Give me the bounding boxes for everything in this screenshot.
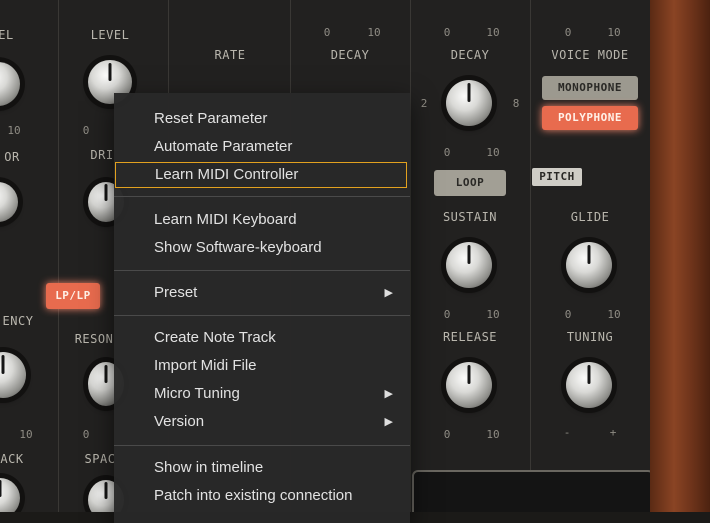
- decay-mid-label: DECAY: [450, 48, 490, 62]
- frequency-partial-label: ENCY: [2, 314, 34, 328]
- scale-zero: 0: [323, 26, 331, 39]
- decay-top-label: DECAY: [330, 48, 370, 62]
- glide-label: GLIDE: [570, 210, 610, 224]
- menu-item-show-in-timeline[interactable]: Show in timeline: [114, 455, 410, 481]
- decay-knob[interactable]: [446, 80, 492, 126]
- lp-lp-button[interactable]: LP/LP: [46, 283, 100, 309]
- level-left-knob[interactable]: [0, 62, 20, 106]
- scale-plus: +: [609, 426, 617, 439]
- tuning-knob[interactable]: [566, 362, 612, 408]
- scale-ten: 10: [367, 26, 381, 39]
- panel-divider: [410, 0, 411, 512]
- pitch-tag: PITCH: [532, 168, 582, 186]
- menu-item-automate-parameter[interactable]: Automate Parameter: [114, 134, 410, 160]
- scale-zero: 0: [564, 26, 572, 39]
- release-knob[interactable]: [446, 362, 492, 408]
- scale-ten: 10: [607, 26, 621, 39]
- polyphone-button[interactable]: POLYPHONE: [542, 106, 638, 130]
- menu-item-learn-midi-controller[interactable]: Learn MIDI Controller: [115, 162, 407, 188]
- level-label: LEVEL: [90, 28, 130, 42]
- resonance-partial-label: RESON: [74, 332, 114, 346]
- scale-ten: 10: [7, 124, 21, 137]
- menu-item-label: Import Midi File: [154, 357, 257, 374]
- panel-divider: [58, 0, 59, 512]
- release-label: RELEASE: [442, 330, 498, 344]
- menu-item-learn-midi-keyboard[interactable]: Learn MIDI Keyboard: [114, 207, 410, 233]
- submenu-arrow-icon: ▶: [384, 388, 393, 400]
- attack-knob[interactable]: [0, 478, 20, 512]
- rate-label: RATE: [214, 48, 246, 62]
- partial-label: OR: [4, 150, 20, 164]
- menu-separator: [114, 270, 410, 271]
- attack-partial-label: ACK: [0, 452, 24, 466]
- menu-item-label: Micro Tuning: [154, 385, 240, 402]
- scale-ten: 10: [607, 308, 621, 321]
- menu-item-label: Reset Parameter: [154, 110, 268, 127]
- sustain-label: SUSTAIN: [442, 210, 498, 224]
- loop-button[interactable]: LOOP: [434, 170, 506, 196]
- tuning-label: TUNING: [566, 330, 614, 344]
- lcd-display: [412, 470, 654, 512]
- scale-zero: 0: [443, 428, 451, 441]
- menu-item-label: Patch into existing connection: [154, 487, 353, 504]
- context-menu: Reset Parameter Automate Parameter Learn…: [114, 93, 410, 523]
- scale-zero: 0: [82, 124, 90, 137]
- menu-item-import-midi-file[interactable]: Import Midi File: [114, 353, 410, 379]
- left-knob[interactable]: [0, 182, 18, 222]
- scale-zero: 0: [443, 26, 451, 39]
- submenu-arrow-icon: ▶: [384, 416, 393, 428]
- submenu-arrow-icon: ▶: [384, 287, 393, 299]
- menu-separator: [114, 196, 410, 197]
- menu-item-label: Learn MIDI Controller: [155, 166, 299, 183]
- monophone-button[interactable]: MONOPHONE: [542, 76, 638, 100]
- menu-item-show-software-keyboard[interactable]: Show Software-keyboard: [114, 235, 410, 261]
- sustain-knob[interactable]: [446, 242, 492, 288]
- scale-zero: 0: [443, 308, 451, 321]
- menu-separator: [114, 315, 410, 316]
- menu-separator: [114, 445, 410, 446]
- scale-eight: 8: [512, 97, 520, 110]
- scale-ten: 10: [486, 428, 500, 441]
- scale-two: 2: [420, 97, 428, 110]
- menu-item-reset-parameter[interactable]: Reset Parameter: [114, 106, 410, 132]
- voice-mode-label: VOICE MODE: [551, 48, 629, 62]
- menu-item-micro-tuning[interactable]: Micro Tuning ▶: [114, 381, 410, 407]
- menu-item-label: Show Software-keyboard: [154, 239, 322, 256]
- scale-ten: 10: [486, 308, 500, 321]
- wood-side-panel: [650, 0, 710, 512]
- menu-item-label: Show in timeline: [154, 459, 264, 476]
- scale-zero: 0: [564, 308, 572, 321]
- menu-item-create-note-track[interactable]: Create Note Track: [114, 325, 410, 351]
- glide-knob[interactable]: [566, 242, 612, 288]
- menu-item-patch-into-existing-connection[interactable]: Patch into existing connection: [114, 483, 410, 509]
- drive-partial-label: DRI: [90, 148, 114, 162]
- panel-divider: [530, 0, 531, 512]
- menu-item-preset[interactable]: Preset ▶: [114, 280, 410, 306]
- menu-item-label: Learn MIDI Keyboard: [154, 211, 297, 228]
- scale-ten: 10: [19, 428, 33, 441]
- frequency-knob[interactable]: [0, 352, 26, 398]
- scale-zero: 0: [443, 146, 451, 159]
- scale-minus: -: [563, 426, 571, 439]
- level-left-label: EL: [0, 28, 14, 42]
- menu-item-label: Version: [154, 413, 205, 430]
- menu-item-label: Create Note Track: [154, 329, 276, 346]
- menu-item-label: Preset: [154, 284, 198, 301]
- scale-zero: 0: [82, 428, 90, 441]
- scale-ten: 10: [486, 26, 500, 39]
- space-partial-label: SPAC: [84, 452, 116, 466]
- menu-item-version[interactable]: Version ▶: [114, 409, 410, 435]
- menu-item-label: Automate Parameter: [154, 138, 293, 155]
- scale-ten: 10: [486, 146, 500, 159]
